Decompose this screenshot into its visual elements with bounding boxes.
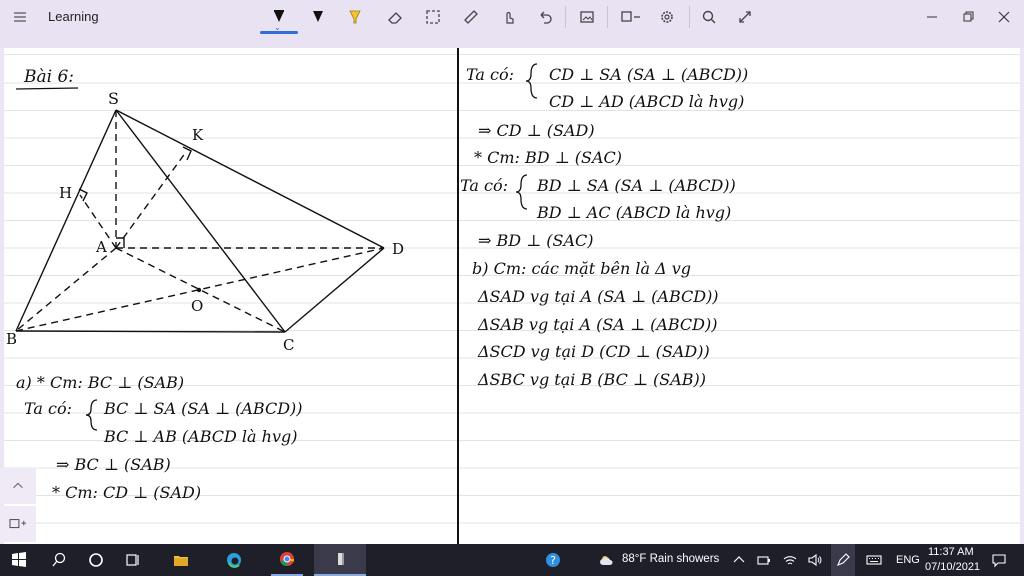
note-line: Ta có: [460,176,508,195]
edge-sd [115,109,385,249]
chevron-up-icon [13,482,23,489]
note-line: ⇒ CD ⊥ (SAD) [478,121,595,140]
edge-sb [15,109,117,332]
handwriting-layer: Bài 6: S K H A D O B C a) * Cm: BC ⊥ (SA… [6,48,748,544]
note-line: * Cm: CD ⊥ (SAD) [52,483,201,502]
note-line: a) * Cm: BC ⊥ (SAB) [16,373,184,392]
windows-start-icon[interactable] [4,544,34,576]
edge-ab [15,247,117,332]
weather-text[interactable]: 88°F Rain showers [622,553,719,565]
page-layout-icon [9,519,26,529]
edge-browser-icon[interactable] [219,544,249,576]
clock-time[interactable]: 11:37 AM [928,546,974,558]
system-brace [525,63,538,99]
note-line: BC ⊥ AB (ABCD là hvg) [103,427,298,446]
note-line: ⇒ BD ⊥ (SAC) [478,231,594,250]
note-line: Ta có: [24,399,72,418]
weather-cloud-icon [594,544,620,576]
clock-date[interactable]: 07/10/2021 [925,561,980,573]
label-b: B [6,330,17,348]
note-line: ΔSBC vg tại B (BC ⊥ (SAB)) [477,370,706,389]
note-line: ⇒ BC ⊥ (SAB) [56,455,171,474]
note-line: ΔSAB vg tại A (SA ⊥ (ABCD)) [477,315,717,334]
scroll-up-button[interactable] [0,468,36,504]
label-s: S [108,89,119,108]
svg-text:?: ? [550,554,556,567]
label-o: O [191,297,203,315]
note-line: CD ⊥ AD (ABCD là hvg) [549,92,744,111]
taskbar: ? 88°F Rain showers ENG 11:37 AM 07/10/2… [0,544,1024,576]
note-line: ΔSCD vg tại D (CD ⊥ (SAD)) [477,342,710,361]
note-line: Ta có: [466,65,514,84]
help-icon[interactable]: ? [540,544,566,576]
label-h: H [59,184,72,202]
note-line: * Cm: BD ⊥ (SAC) [474,148,622,167]
system-brace [515,174,528,210]
part-a-notes: a) * Cm: BC ⊥ (SAB) Ta có: BC ⊥ SA (SA ⊥… [16,373,303,502]
wifi-icon[interactable] [779,544,801,576]
problem-heading: Bài 6: [23,67,74,87]
search-icon[interactable] [44,544,74,576]
edge-bc [15,330,286,333]
note-line: BD ⊥ SA (SA ⊥ (ABCD)) [536,176,736,195]
volume-icon[interactable] [804,544,826,576]
learning-app-taskbar-icon[interactable] [314,544,366,576]
cortana-icon[interactable] [81,544,111,576]
page-view-button[interactable] [0,506,36,542]
note-line: CD ⊥ SA (SA ⊥ (ABCD)) [549,65,748,84]
file-explorer-icon[interactable] [166,544,196,576]
chevron-up-icon[interactable] [728,544,750,576]
right-angle-mark-k [182,146,192,161]
right-column-notes: Ta có: CD ⊥ SA (SA ⊥ (ABCD)) CD ⊥ AD (AB… [460,65,748,389]
label-c: C [283,336,294,354]
task-view-icon[interactable] [118,544,148,576]
battery-icon[interactable] [753,544,775,576]
label-d: D [392,240,404,258]
note-line: BD ⊥ AC (ABCD là hvg) [536,203,731,222]
note-line: BC ⊥ SA (SA ⊥ (ABCD)) [103,399,303,418]
system-brace [85,399,98,431]
input-language[interactable]: ENG [896,554,920,566]
note-line: ΔSAD vg tại A (SA ⊥ (ABCD)) [477,287,719,306]
notification-center-icon[interactable] [986,544,1012,576]
label-k: K [192,126,204,144]
edge-cd [284,247,385,333]
label-a: A [95,238,107,256]
touch-keyboard-icon[interactable] [862,544,886,576]
heading-underline [15,87,79,90]
pen-workspace-icon[interactable] [831,544,855,576]
segment-ak [115,151,187,249]
note-line: b) Cm: các mặt bên là Δ vg [472,259,691,278]
chrome-browser-icon[interactable] [271,544,303,576]
point-o-marker [196,287,202,293]
